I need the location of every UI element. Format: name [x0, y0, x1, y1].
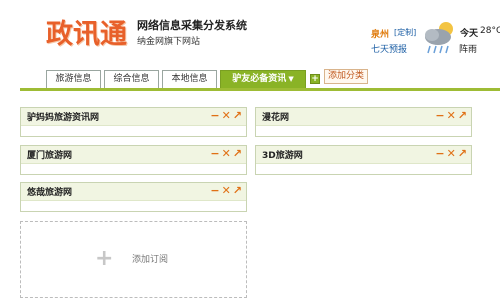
add-subscription-label: 添加订阅: [132, 255, 169, 265]
panel-title[interactable]: 漫花网: [262, 110, 289, 123]
minimize-icon[interactable]: −: [210, 147, 219, 160]
add-subscription-box[interactable]: + 添加订阅: [20, 221, 247, 298]
tab-label: 旅游信息: [55, 74, 92, 84]
popout-icon[interactable]: ↗: [458, 147, 467, 160]
logo: 政讯通: [46, 19, 127, 50]
close-icon[interactable]: ✕: [447, 109, 456, 122]
feed-panel: 3D旅游网 − ✕ ↗: [255, 145, 472, 175]
cloud-rain-icon: [425, 22, 453, 54]
close-icon[interactable]: ✕: [222, 147, 231, 160]
minimize-icon[interactable]: −: [435, 147, 444, 160]
tab-bar-underline: [20, 88, 500, 91]
weather-city: 泉州: [371, 30, 390, 40]
tab-label: 本地信息: [171, 74, 208, 84]
weather-condition: 阵雨: [459, 45, 478, 55]
weather-temperature: 28°C: [480, 26, 500, 36]
weather-today-label: 今天: [460, 29, 479, 39]
tab-travel-info[interactable]: 旅游信息: [46, 70, 101, 88]
popout-icon[interactable]: ↗: [233, 109, 242, 122]
popout-icon[interactable]: ↗: [458, 109, 467, 122]
tab-label: 综合信息: [113, 74, 150, 84]
tab-general-info[interactable]: 综合信息: [104, 70, 159, 88]
close-icon[interactable]: ✕: [222, 109, 231, 122]
system-title: 网络信息采集分发系统: [137, 19, 247, 32]
popout-icon[interactable]: ↗: [233, 184, 242, 197]
weather-customize-link[interactable]: [定制]: [394, 27, 416, 38]
add-category-button[interactable]: 添加分类: [324, 69, 369, 84]
panel-title[interactable]: 3D旅游网: [262, 148, 303, 161]
feed-panel: 厦门旅游网 − ✕ ↗: [20, 145, 247, 175]
chevron-down-icon[interactable]: ▼: [288, 75, 293, 83]
tab-backpacker-news[interactable]: 驴友必备资讯 ▼: [220, 70, 306, 88]
tab-label: 驴友必备资讯: [232, 74, 287, 84]
add-icon[interactable]: +: [310, 74, 320, 84]
panel-header[interactable]: 悠哉旅游网 − ✕ ↗: [21, 183, 246, 201]
system-subtitle[interactable]: 纳金网旗下网站: [137, 34, 200, 47]
plus-icon: +: [95, 246, 114, 271]
minimize-icon[interactable]: −: [435, 109, 444, 122]
panel-header[interactable]: 厦门旅游网 − ✕ ↗: [21, 146, 246, 164]
feed-panel: 悠哉旅游网 − ✕ ↗: [20, 182, 247, 212]
panel-title[interactable]: 厦门旅游网: [27, 148, 72, 161]
panel-header[interactable]: 驴妈妈旅游资讯网 − ✕ ↗: [21, 108, 246, 126]
minimize-icon[interactable]: −: [210, 109, 219, 122]
panel-title[interactable]: 悠哉旅游网: [27, 185, 72, 198]
panel-header[interactable]: 漫花网 − ✕ ↗: [256, 108, 471, 126]
feed-panel: 漫花网 − ✕ ↗: [255, 107, 472, 137]
close-icon[interactable]: ✕: [222, 184, 231, 197]
close-icon[interactable]: ✕: [447, 147, 456, 160]
tab-local-info[interactable]: 本地信息: [162, 70, 217, 88]
panel-title[interactable]: 驴妈妈旅游资讯网: [27, 110, 99, 123]
weather-forecast-link[interactable]: 七天预报: [371, 42, 407, 55]
popout-icon[interactable]: ↗: [233, 147, 242, 160]
panel-header[interactable]: 3D旅游网 − ✕ ↗: [256, 146, 471, 164]
minimize-icon[interactable]: −: [210, 184, 219, 197]
feed-panel: 驴妈妈旅游资讯网 − ✕ ↗: [20, 107, 247, 137]
